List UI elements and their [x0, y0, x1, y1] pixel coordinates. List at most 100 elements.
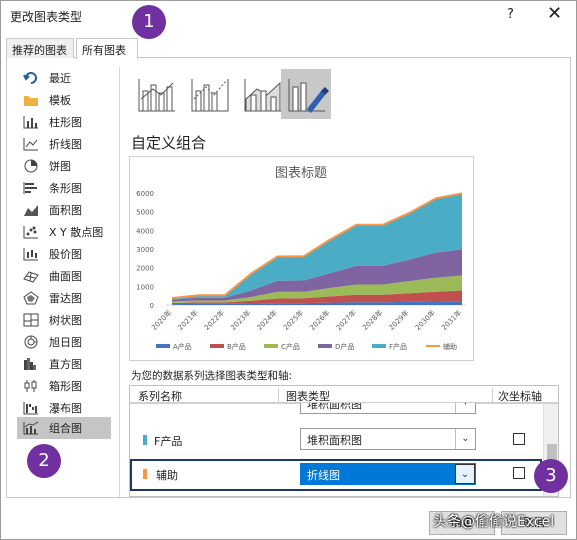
legend-label: F产品: [389, 342, 407, 351]
legend-swatch-F产品: [372, 344, 386, 348]
sidebar-item-recent[interactable]: 最近: [17, 67, 111, 89]
header-divider: [492, 388, 493, 402]
chevron-down-icon[interactable]: ⌄: [455, 429, 475, 449]
series-color-swatch: [143, 469, 147, 479]
panel-divider: [119, 67, 120, 497]
legend-swatch-A产品: [156, 344, 170, 348]
chart-type-value: 折线图: [307, 469, 340, 482]
section-title: 自定义组合: [131, 134, 207, 152]
sidebar-item-label: 树状图: [49, 314, 82, 327]
annotation-badge: 1: [132, 5, 166, 39]
x-tick-label: 2024年: [255, 308, 279, 332]
waterfall-icon: [23, 401, 39, 415]
sidebar-item-area[interactable]: 面积图: [17, 199, 111, 221]
sidebar-item-label: X Y 散点图: [49, 226, 104, 239]
sidebar-item-bar[interactable]: 条形图: [17, 177, 111, 199]
sidebar-item-scatter[interactable]: X Y 散点图: [17, 221, 111, 243]
series-name: 辅助: [156, 469, 178, 482]
area-chart-icon: [23, 203, 39, 217]
header-divider: [278, 388, 279, 402]
sidebar-item-histogram[interactable]: 直方图: [17, 353, 111, 375]
sidebar-item-combo[interactable]: 组合图: [17, 417, 111, 439]
y-tick-label: 4000: [136, 227, 154, 235]
legend-swatch-B产品: [210, 344, 224, 348]
pie-chart-icon: [23, 159, 39, 173]
boxplot-icon: [23, 379, 39, 393]
sidebar-item-label: 饼图: [49, 160, 71, 173]
treemap-icon: [23, 313, 39, 327]
change-chart-type-dialog: 更改图表类型 ? ✕ 推荐的图表 所有图表 最近 模板 柱形图 折线图 饼图 条…: [0, 0, 577, 540]
chart-type-value: 堆积面积图: [307, 434, 362, 447]
sidebar-item-label: 股价图: [49, 248, 82, 261]
subtype-area-column[interactable]: [237, 69, 287, 119]
legend-label: 辅助: [443, 342, 457, 351]
help-button[interactable]: ?: [507, 7, 514, 22]
x-tick-label: 2027年: [334, 308, 358, 332]
x-tick-label: 2021年: [176, 308, 200, 332]
sidebar-item-label: 组合图: [49, 422, 82, 435]
chart-preview: 图表标题 0 1000 2000 3000 4000 5000 6000 2020年 2021年 2…: [129, 156, 474, 361]
close-button[interactable]: ✕: [547, 3, 562, 24]
sidebar-item-pie[interactable]: 饼图: [17, 155, 111, 177]
x-tick-label: 2028年: [360, 308, 384, 332]
legend-label: B产品: [227, 342, 246, 351]
header-secondary-axis: 次坐标轴: [498, 390, 542, 403]
grid-header-overlay: 系列名称 图表类型 次坐标轴: [130, 386, 558, 403]
series-prompt: 为您的数据系列选择图表类型和轴:: [131, 370, 293, 382]
sidebar-item-line[interactable]: 折线图: [17, 133, 111, 155]
legend-label: A产品: [173, 342, 192, 351]
tab-strip: 推荐的图表 所有图表: [6, 38, 571, 59]
sidebar-item-sunburst[interactable]: 旭日图: [17, 331, 111, 353]
legend-label: C产品: [281, 342, 300, 351]
sidebar-item-label: 模板: [49, 94, 71, 107]
y-tick-label: 6000: [136, 190, 154, 198]
sidebar-item-treemap[interactable]: 树状图: [17, 309, 111, 331]
watermark: 头条@偷偷说Excel: [433, 514, 555, 530]
series-row-helper: 辅助 折线图 ⌄: [130, 459, 542, 491]
tab-all-charts[interactable]: 所有图表: [76, 38, 138, 59]
sidebar-item-radar[interactable]: 雷达图: [17, 287, 111, 309]
x-tick-label: 2031年: [439, 308, 463, 332]
legend-swatch-D产品: [318, 344, 332, 348]
column-chart-icon: [23, 115, 39, 129]
annotation-badge: 3: [534, 459, 568, 493]
chart-type-select[interactable]: 折线图 ⌄: [300, 463, 476, 485]
y-tick-label: 1000: [136, 283, 154, 291]
sidebar-item-label: 直方图: [49, 358, 82, 371]
stock-chart-icon: [23, 247, 39, 261]
sidebar-item-stock[interactable]: 股价图: [17, 243, 111, 265]
series-name: F产品: [154, 435, 183, 448]
legend-swatch-C产品: [264, 344, 278, 348]
secondary-axis-checkbox[interactable]: [513, 467, 525, 479]
x-tick-label: 2029年: [387, 308, 411, 332]
sidebar-item-templates[interactable]: 模板: [17, 89, 111, 111]
scatter-chart-icon: [23, 225, 39, 239]
subtype-column-line-secondary[interactable]: [184, 69, 234, 119]
series-row-f: F产品 堆积面积图 ⌄: [130, 424, 542, 456]
recent-icon: [23, 71, 39, 85]
folder-icon: [23, 93, 39, 107]
sidebar-item-surface[interactable]: 曲面图: [17, 265, 111, 287]
header-chart-type: 图表类型: [286, 390, 330, 403]
sidebar-item-boxplot[interactable]: 箱形图: [17, 375, 111, 397]
sidebar-item-waterfall[interactable]: 瀑布图: [17, 397, 111, 419]
y-tick-label: 0: [150, 302, 154, 310]
annotation-badge: 2: [27, 444, 61, 478]
sidebar-item-label: 条形图: [49, 182, 82, 195]
bar-chart-icon: [23, 181, 39, 195]
secondary-axis-checkbox[interactable]: [513, 433, 525, 445]
chart-type-select[interactable]: 堆积面积图 ⌄: [300, 428, 476, 450]
subtype-custom-combo[interactable]: [281, 69, 331, 119]
y-tick-label: 5000: [136, 209, 154, 217]
x-tick-label: 2025年: [281, 308, 305, 332]
series-color-swatch: [143, 435, 147, 445]
tab-recommended[interactable]: 推荐的图表: [6, 38, 74, 58]
sidebar-item-column[interactable]: 柱形图: [17, 111, 111, 133]
x-tick-label: 2030年: [413, 308, 437, 332]
x-tick-label: 2026年: [308, 308, 332, 332]
sidebar-item-label: 瀑布图: [49, 402, 82, 415]
sunburst-icon: [23, 335, 39, 349]
sidebar-item-label: 旭日图: [49, 336, 82, 349]
chevron-down-icon[interactable]: ⌄: [455, 464, 475, 484]
subtype-clustered-column-line[interactable]: [131, 69, 181, 119]
